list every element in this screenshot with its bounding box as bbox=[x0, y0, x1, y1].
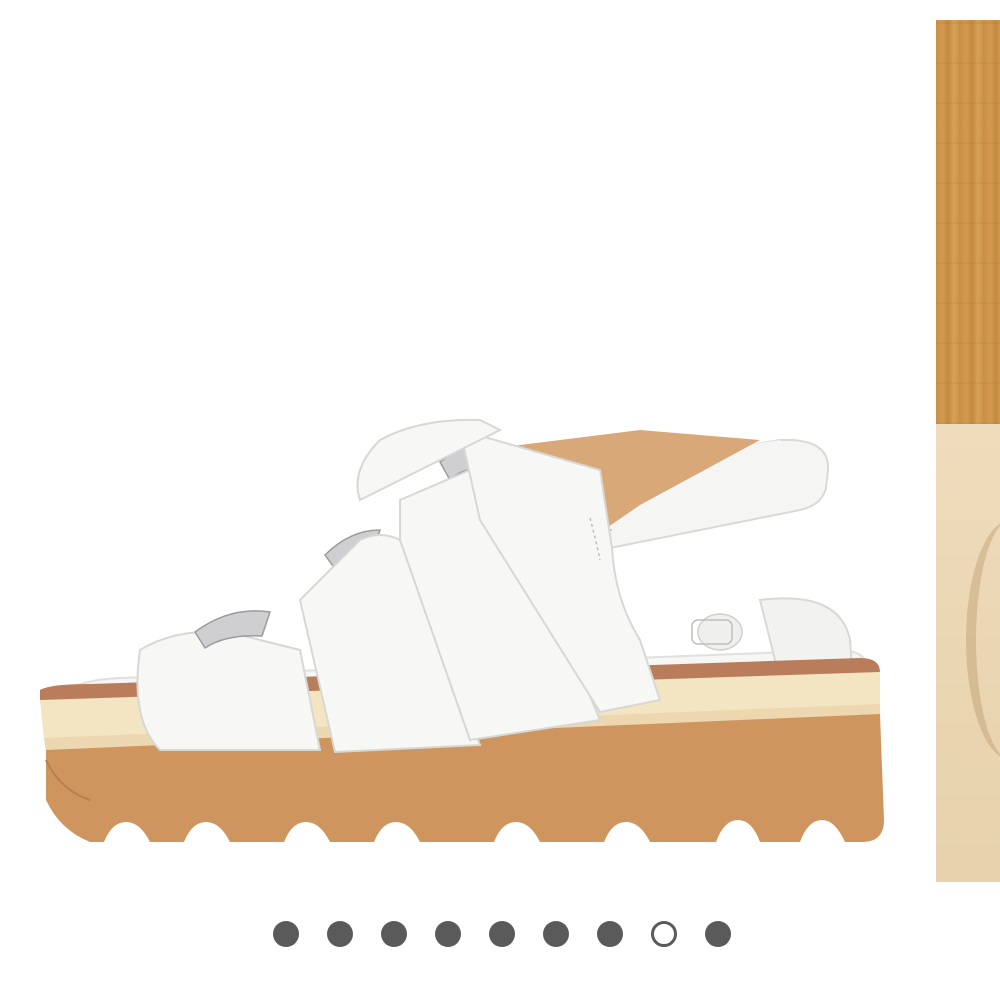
product-image-carousel[interactable] bbox=[0, 0, 1000, 1000]
pagination-dot[interactable] bbox=[489, 921, 515, 947]
carousel-pagination bbox=[0, 916, 1000, 952]
pagination-dot[interactable] bbox=[705, 921, 731, 947]
sandal-image bbox=[40, 418, 884, 842]
pagination-dot[interactable] bbox=[597, 921, 623, 947]
pagination-dot[interactable] bbox=[327, 921, 353, 947]
pagination-dot[interactable] bbox=[435, 921, 461, 947]
pagination-dot-active[interactable] bbox=[651, 921, 677, 947]
next-slide-peek[interactable] bbox=[936, 20, 1000, 882]
product-image-slide[interactable] bbox=[0, 0, 930, 900]
pagination-dot[interactable] bbox=[543, 921, 569, 947]
pagination-dot[interactable] bbox=[381, 921, 407, 947]
wood-floor-backdrop bbox=[936, 20, 1000, 424]
pagination-dot[interactable] bbox=[273, 921, 299, 947]
